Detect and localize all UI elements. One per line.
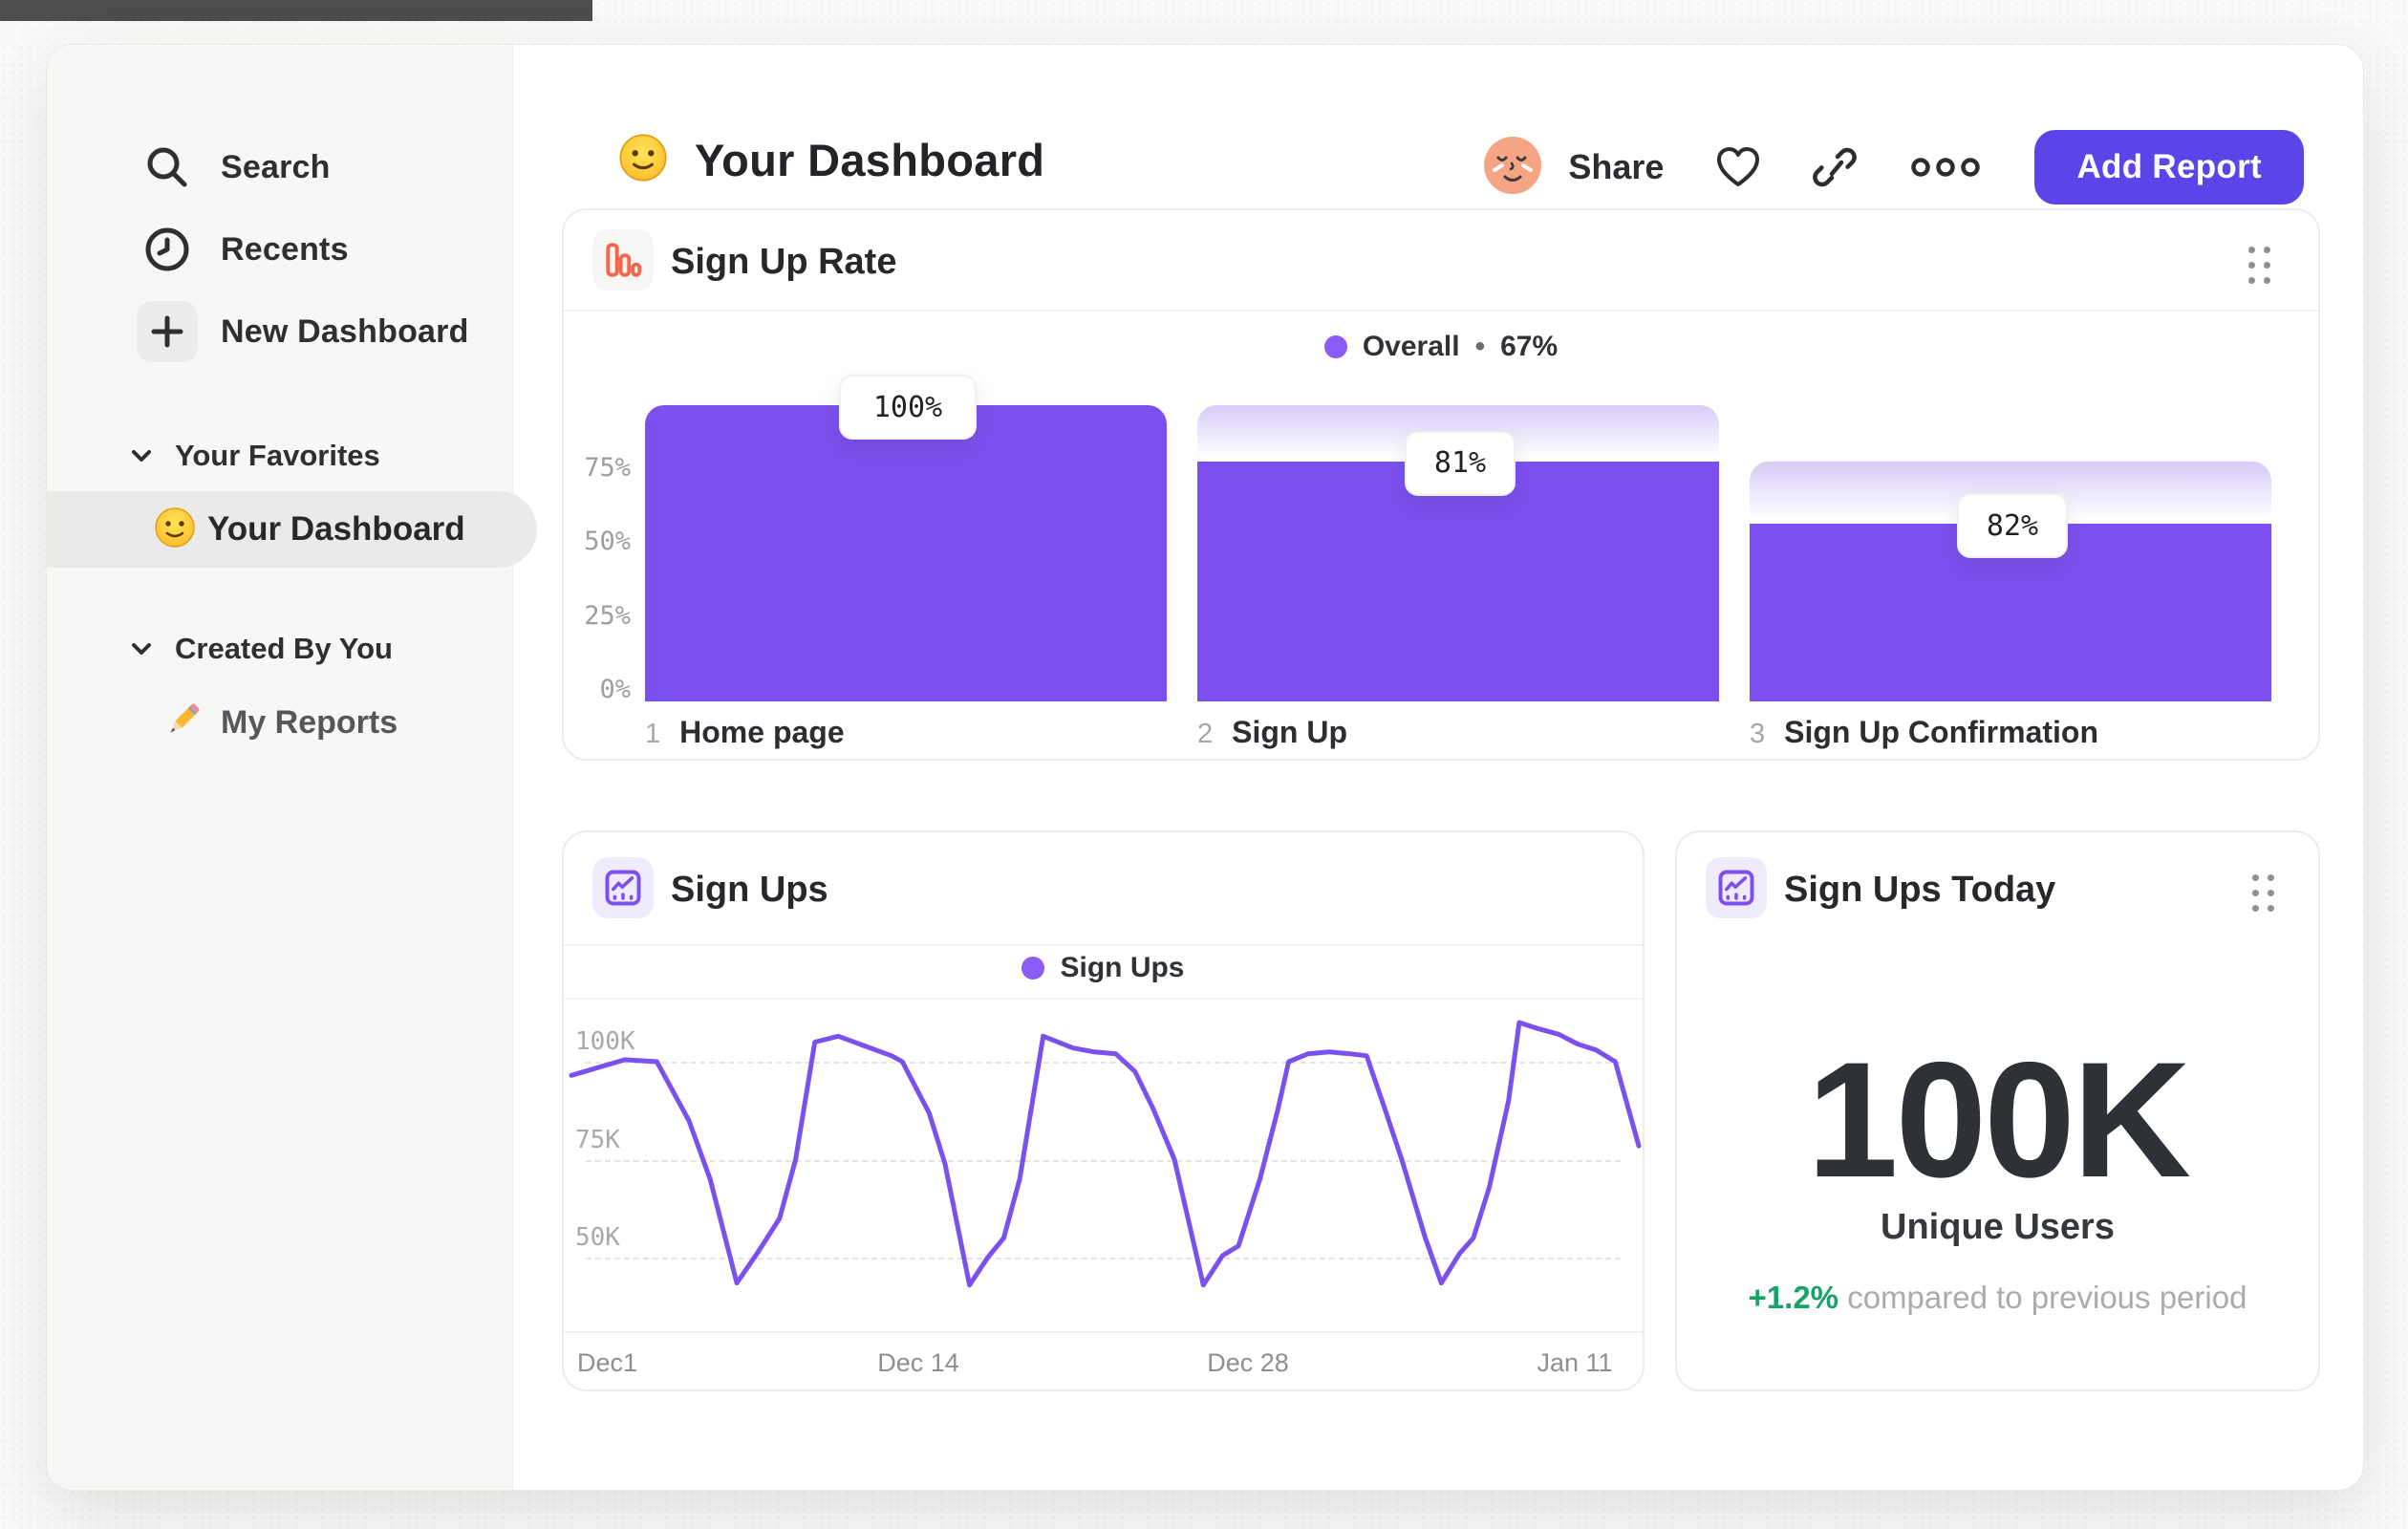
metric-value: 100K bbox=[1806, 1028, 2191, 1212]
share-label: Share bbox=[1568, 147, 1665, 186]
sidebar-item-search[interactable]: Search bbox=[47, 126, 512, 208]
funnel-value-tooltip: 81% bbox=[1405, 430, 1516, 496]
search-icon bbox=[137, 137, 198, 198]
step-name: Home page bbox=[679, 715, 845, 749]
more-options-icon[interactable] bbox=[1908, 155, 1983, 180]
clock-icon bbox=[137, 219, 198, 280]
funnel-bar[interactable] bbox=[1197, 461, 1719, 701]
share-button[interactable]: Share bbox=[1482, 135, 1664, 201]
sidebar-item-label: My Reports bbox=[221, 704, 398, 741]
sidebar-item-my-reports[interactable]: My Reports bbox=[161, 700, 398, 746]
background-window-strip bbox=[0, 0, 592, 21]
sidebar-item-label: Recents bbox=[221, 230, 349, 268]
app-window: Search Recents New Dashboard Your Favori… bbox=[46, 44, 2364, 1491]
divider bbox=[564, 1331, 1643, 1333]
line-plot: 50K 75K 100K Dec1 Dec 14 Dec 28 Jan 11 bbox=[564, 832, 1643, 1389]
funnel-value-tooltip: 82% bbox=[1957, 493, 2068, 558]
funnel-step-label: 2 Sign Up bbox=[1197, 715, 1347, 750]
sign-ups-line-series bbox=[569, 1020, 1642, 1288]
sidebar-item-your-dashboard[interactable]: Your Dashboard bbox=[47, 491, 537, 568]
step-index: 2 bbox=[1197, 719, 1214, 749]
screen: Search Recents New Dashboard Your Favori… bbox=[0, 0, 2408, 1529]
section-title: Created By You bbox=[175, 632, 393, 665]
add-report-button[interactable]: Add Report bbox=[2034, 130, 2304, 205]
funnel-bar[interactable] bbox=[645, 405, 1167, 701]
chevron-down-icon bbox=[132, 450, 151, 462]
sidebar-section-created-by-you[interactable]: Created By You bbox=[131, 632, 393, 666]
smiley-emoji-icon bbox=[154, 506, 196, 553]
chevron-down-icon bbox=[132, 643, 151, 655]
funnel-y-axis-tick: 50% bbox=[584, 527, 631, 556]
funnel-step-label: 1 Home page bbox=[645, 715, 845, 750]
funnel-plot: 0% 25% 50% 75% 100% 1 Home page 81% 2 Sign Up 82% 3… bbox=[564, 210, 2318, 759]
header-actions: Share Add Report bbox=[1482, 129, 2304, 205]
sidebar-section-your-favorites[interactable]: Your Favorites bbox=[131, 439, 380, 473]
funnel-y-axis-tick: 0% bbox=[599, 675, 631, 704]
line-chart-icon bbox=[1706, 857, 1767, 918]
sidebar-item-new-dashboard[interactable]: New Dashboard bbox=[47, 291, 512, 373]
favorite-heart-icon[interactable] bbox=[1715, 146, 1761, 188]
pencil-emoji-icon bbox=[161, 700, 204, 746]
delta-value: +1.2% bbox=[1748, 1280, 1839, 1315]
step-index: 3 bbox=[1750, 719, 1766, 749]
section-title: Your Favorites bbox=[175, 439, 380, 472]
funnel-value-tooltip: 100% bbox=[839, 375, 977, 440]
sidebar-item-label: Your Dashboard bbox=[207, 510, 465, 548]
sign-ups-card: Sign Ups Sign Ups 50K 75K 100K Dec1 Dec 14 De… bbox=[562, 830, 1645, 1391]
avatar[interactable] bbox=[1482, 135, 1543, 201]
page-title-text: Your Dashboard bbox=[695, 135, 1045, 185]
funnel-y-axis-tick: 75% bbox=[584, 452, 631, 483]
funnel-y-axis-tick: 25% bbox=[584, 600, 631, 631]
smiley-emoji-icon bbox=[618, 133, 668, 187]
sign-ups-today-card: Sign Ups Today 100K Unique Users +1.2% c… bbox=[1675, 830, 2320, 1391]
copy-link-icon[interactable] bbox=[1813, 145, 1858, 189]
sidebar-item-label: Search bbox=[221, 148, 331, 185]
step-name: Sign Up Confirmation bbox=[1784, 715, 2098, 749]
metric-label: Unique Users bbox=[1881, 1207, 2115, 1247]
page-title: Your Dashboard bbox=[618, 133, 1044, 187]
plus-icon bbox=[137, 301, 198, 362]
step-index: 1 bbox=[645, 719, 661, 749]
funnel-step-label: 3 Sign Up Confirmation bbox=[1750, 715, 2098, 750]
card-title: Sign Ups Today bbox=[1784, 870, 2056, 910]
sidebar: Search Recents New Dashboard Your Favori… bbox=[47, 45, 537, 1490]
sidebar-item-recents[interactable]: Recents bbox=[47, 208, 512, 291]
delta-note: compared to previous period bbox=[1847, 1280, 2247, 1315]
step-name: Sign Up bbox=[1232, 715, 1348, 749]
sign-up-rate-card: Sign Up Rate Overall • 67% 0% 25% 50% 75% 10… bbox=[562, 208, 2320, 761]
drag-handle-icon[interactable] bbox=[2252, 874, 2276, 914]
sidebar-item-label: New Dashboard bbox=[221, 312, 469, 350]
metric-delta: +1.2% compared to previous period bbox=[1677, 1280, 2318, 1316]
